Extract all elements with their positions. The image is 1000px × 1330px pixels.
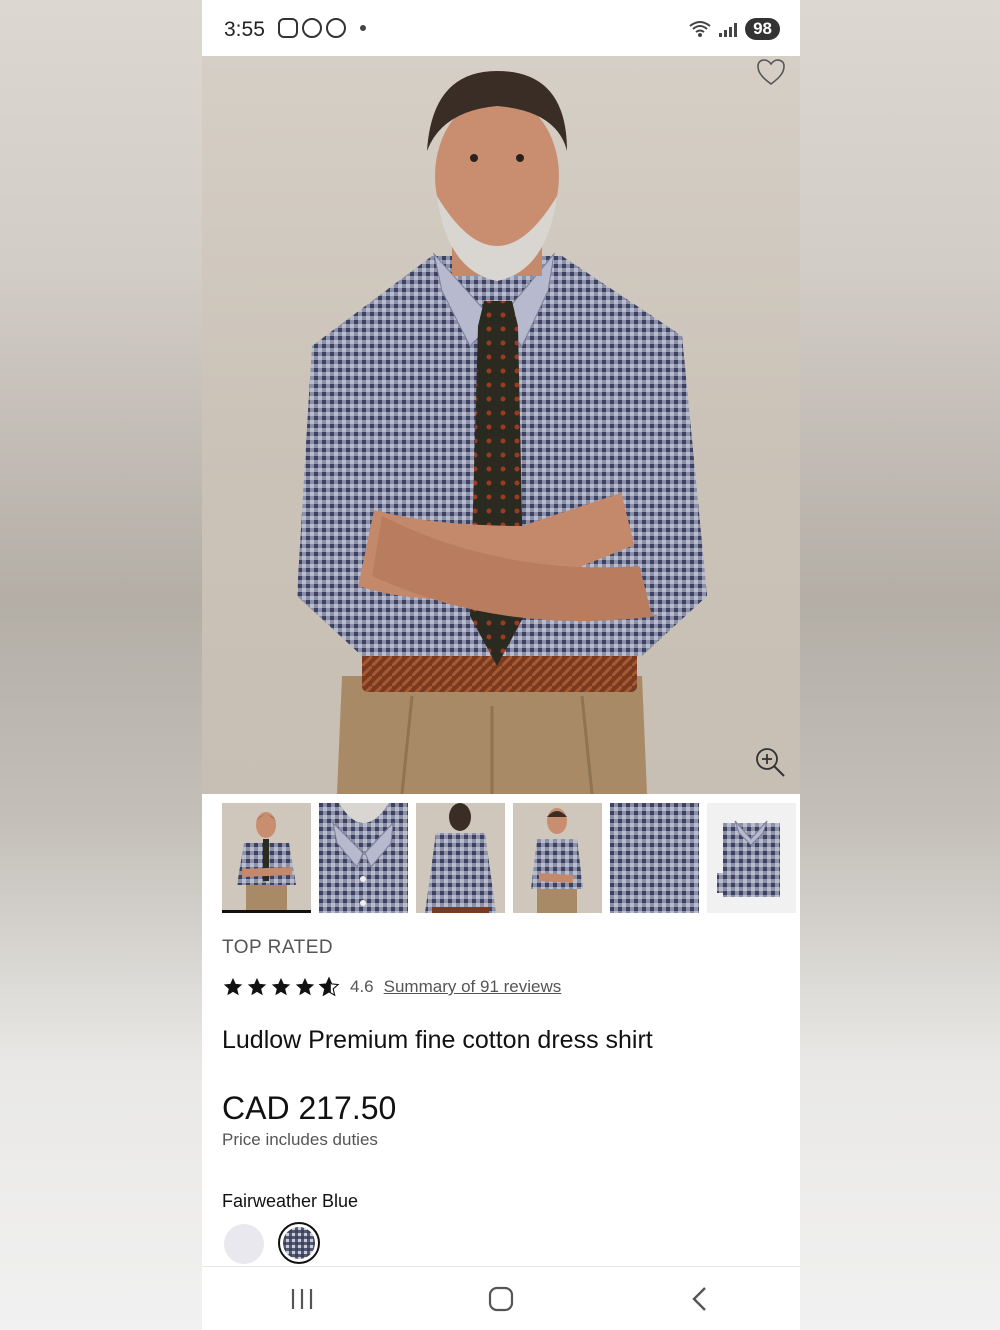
system-status: 98 [689, 18, 780, 40]
selected-color-name: Fairweather Blue [222, 1191, 359, 1211]
recent-apps-button[interactable] [272, 1274, 332, 1324]
star-half-icon [318, 976, 340, 997]
notification-icons [278, 18, 366, 38]
app-notification-icon [326, 18, 346, 38]
thumbnail-side-view[interactable] [513, 803, 602, 913]
model-photo [297, 71, 707, 794]
color-swatch-fairweather-blue[interactable] [278, 1222, 320, 1264]
screenshot-icon [278, 18, 298, 38]
background-blur-right [798, 0, 1000, 1330]
thumbnail-strip [222, 803, 800, 915]
thumbnail-folded-shirt[interactable] [707, 803, 796, 913]
color-swatch-white[interactable] [224, 1224, 264, 1264]
star-full-icon [271, 977, 291, 996]
status-time: 3:55 [224, 18, 265, 41]
battery-indicator: 98 [745, 18, 780, 40]
wifi-icon [689, 21, 711, 37]
thumbnail-model-front[interactable] [222, 803, 311, 913]
product-hero-image[interactable] [202, 56, 800, 794]
thumbnail-fabric-swatch[interactable] [610, 803, 699, 913]
star-full-icon [223, 977, 243, 996]
rating-row: 4.6 Summary of 91 reviews [222, 976, 561, 998]
product-price: CAD 217.50 [222, 1090, 397, 1126]
reviews-summary-link[interactable]: Summary of 91 reviews [384, 977, 562, 997]
thumbnail-collar-detail[interactable] [319, 803, 408, 913]
cell-signal-icon [719, 21, 738, 37]
phone-screen: 3:55 98 TOP RATED 4.6 Summary of 91 revi… [202, 0, 800, 1330]
product-title: Ludlow Premium fine cotton dress shirt [222, 1026, 653, 1054]
more-notifications-dot-icon [360, 25, 366, 31]
star-rating [222, 976, 340, 998]
star-full-icon [295, 977, 315, 996]
home-icon [488, 1286, 514, 1312]
price-duties-note: Price includes duties [222, 1130, 378, 1149]
color-swatches [224, 1222, 320, 1264]
home-button[interactable] [471, 1274, 531, 1324]
heart-outline-icon[interactable] [756, 58, 786, 86]
status-bar: 3:55 98 [202, 0, 800, 56]
zoom-in-icon[interactable] [754, 746, 786, 778]
top-rated-badge: TOP RATED [222, 937, 334, 958]
recent-apps-icon [291, 1289, 312, 1309]
back-chevron-icon [692, 1287, 707, 1311]
rating-value: 4.6 [350, 977, 374, 996]
at-sign-icon [302, 18, 322, 38]
back-button[interactable] [670, 1274, 730, 1324]
system-navigation-bar [202, 1266, 800, 1330]
thumbnail-back-view[interactable] [416, 803, 505, 913]
background-blur-left [0, 0, 202, 1330]
star-full-icon [247, 977, 267, 996]
